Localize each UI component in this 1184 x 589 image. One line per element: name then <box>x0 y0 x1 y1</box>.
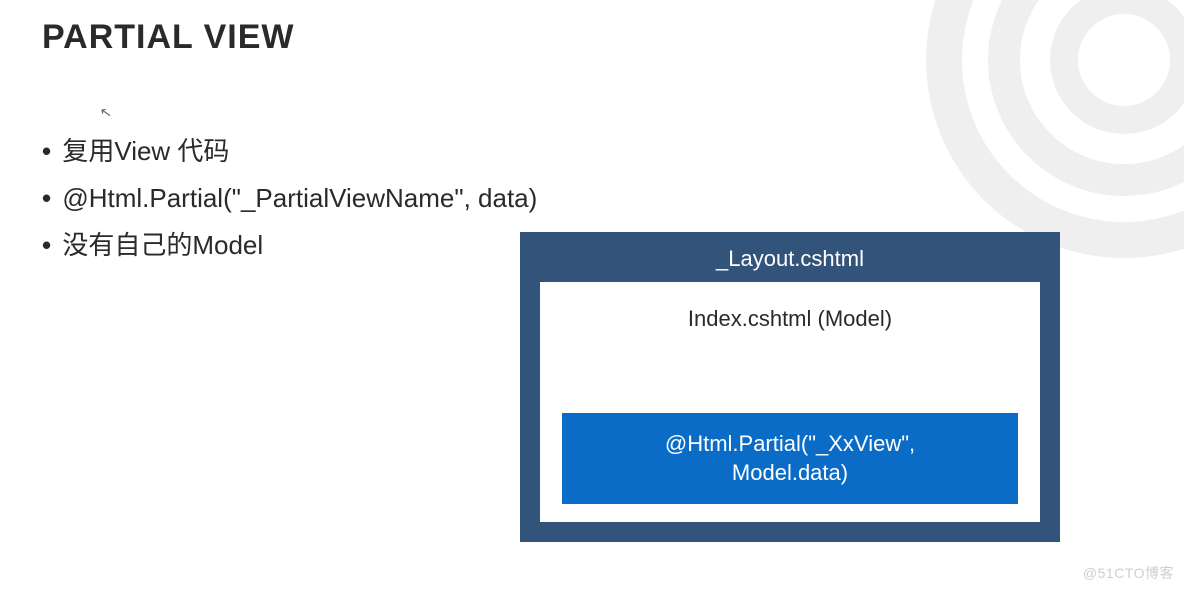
layout-label: _Layout.cshtml <box>540 246 1040 272</box>
bullet-item: 复用View 代码 <box>42 128 537 175</box>
slide-title: PARTIAL VIEW <box>42 18 295 57</box>
index-box: Index.cshtml (Model) @Html.Partial("_XxV… <box>540 282 1040 522</box>
background-swirl-decoration <box>924 0 1184 260</box>
bullet-item: 没有自己的Model <box>42 222 537 269</box>
watermark-text: @51CTO博客 <box>1083 563 1174 583</box>
partial-line-2: Model.data) <box>572 458 1008 488</box>
index-label: Index.cshtml (Model) <box>562 306 1018 332</box>
partial-call-box: @Html.Partial("_XxView", Model.data) <box>562 413 1018 504</box>
layout-diagram: _Layout.cshtml Index.cshtml (Model) @Htm… <box>520 232 1060 542</box>
bullet-item: @Html.Partial("_PartialViewName", data) <box>42 175 537 222</box>
bullet-list: 复用View 代码 @Html.Partial("_PartialViewNam… <box>42 128 537 268</box>
partial-line-1: @Html.Partial("_XxView", <box>572 429 1008 459</box>
cursor-icon: ↖ <box>99 103 114 122</box>
